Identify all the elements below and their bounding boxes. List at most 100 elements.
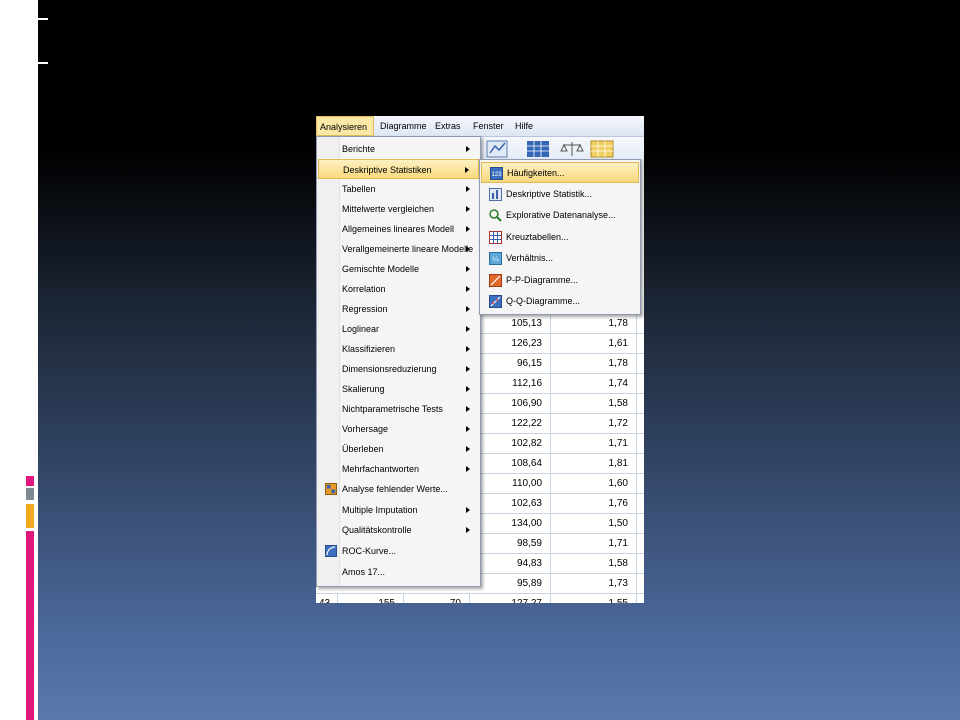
- table-toolbar-icon[interactable]: [526, 140, 550, 158]
- menu-item-skalierung[interactable]: Skalierung: [318, 379, 479, 399]
- table-cell[interactable]: 43: [316, 594, 338, 603]
- grid-toolbar-icon[interactable]: [590, 140, 614, 158]
- menu-item-label: Überleben: [342, 444, 384, 454]
- menu-item-label: Mittelwerte vergleichen: [342, 204, 435, 214]
- table-cell[interactable]: 102,63: [470, 494, 551, 513]
- table-cell[interactable]: 108,64: [470, 454, 551, 473]
- table-cell[interactable]: 1,60: [551, 474, 637, 493]
- menu-item-ueberleben[interactable]: Überleben: [318, 439, 479, 459]
- menu-item-label: Allgemeines lineares Modell: [342, 224, 455, 234]
- table-cell[interactable]: 1,76: [551, 494, 637, 513]
- submenu-arrow-icon: [466, 206, 470, 212]
- table-cell[interactable]: 96,15: [470, 354, 551, 373]
- submenu-arrow-icon: [466, 406, 470, 412]
- table-cell[interactable]: 98,59: [470, 534, 551, 553]
- submenu-arrow-icon: [466, 446, 470, 452]
- qq-plot-icon: [489, 295, 502, 308]
- menu-item-gemischte-modelle[interactable]: Gemischte Modelle: [318, 259, 479, 279]
- table-cell[interactable]: 155: [338, 594, 404, 603]
- descriptives-icon: [489, 187, 502, 201]
- menu-item-mittelwerte-vergleichen[interactable]: Mittelwerte vergleichen: [318, 199, 479, 219]
- analysieren-dropdown: Berichte Deskriptive Statistiken Tabellen M…: [316, 136, 481, 587]
- submenu-item-explorative-datenanalyse[interactable]: Explorative Datenanalyse...: [481, 205, 639, 226]
- decorative-color-bars: [26, 476, 34, 720]
- menu-item-label: Gemischte Modelle: [342, 264, 420, 274]
- table-cell[interactable]: 122,22: [470, 414, 551, 433]
- table-cell[interactable]: 127,27: [470, 594, 551, 603]
- menu-item-label: Korrelation: [342, 284, 386, 294]
- menu-item-verallgemeinerte-lineare-modelle[interactable]: Verallgemeinerte lineare Modelle: [318, 239, 479, 259]
- submenu-item-label: P-P-Diagramme...: [506, 274, 579, 285]
- menu-item-vorhersage[interactable]: Vorhersage: [318, 419, 479, 439]
- menu-item-mehrfachantworten[interactable]: Mehrfachantworten: [318, 459, 479, 479]
- submenu-item-label: Explorative Datenanalyse...: [506, 210, 616, 220]
- menu-item-dimensionsreduzierung[interactable]: Dimensionsreduzierung: [318, 359, 479, 379]
- table-cell[interactable]: 1,71: [551, 534, 637, 553]
- menu-item-regression[interactable]: Regression: [318, 299, 479, 319]
- table-cell[interactable]: 1,78: [551, 314, 637, 333]
- menu-item-label: Amos 17...: [342, 567, 386, 577]
- table-cell[interactable]: 1,58: [551, 394, 637, 413]
- menu-item-label: Klassifizieren: [342, 344, 396, 354]
- menu-item-loglinear[interactable]: Loglinear: [318, 319, 479, 339]
- submenu-item-q-q-diagramme[interactable]: Q-Q-Diagramme...: [481, 291, 639, 312]
- submenu-item-label: Häufigkeiten...: [507, 168, 565, 178]
- menu-item-amos-17[interactable]: Amos 17...: [318, 562, 479, 582]
- table-cell[interactable]: 1,72: [551, 414, 637, 433]
- table-cell[interactable]: 70: [404, 594, 470, 603]
- submenu-item-label: Q-Q-Diagramme...: [506, 296, 581, 306]
- menu-analysieren[interactable]: Analysieren: [316, 116, 374, 136]
- menu-item-korrelation[interactable]: Korrelation: [318, 279, 479, 299]
- table-cell[interactable]: 102,82: [470, 434, 551, 453]
- menu-item-nichtparametrische-tests[interactable]: Nichtparametrische Tests: [318, 399, 479, 419]
- frequencies-icon: 123: [490, 167, 503, 180]
- menu-item-roc-kurve[interactable]: ROC-Kurve...: [318, 541, 479, 561]
- weight-scale-icon[interactable]: [560, 140, 584, 158]
- submenu-arrow-icon: [466, 266, 470, 272]
- submenu-item-verhaeltnis[interactable]: ¼ Verhältnis...: [481, 248, 639, 269]
- submenu-item-haeufigkeiten[interactable]: 123 Häufigkeiten...: [481, 162, 639, 183]
- submenu-item-p-p-diagramme[interactable]: P-P-Diagramme...: [481, 270, 639, 291]
- menubar: Analysieren Diagramme Extras Fenster Hil…: [316, 116, 644, 137]
- table-cell[interactable]: 95,89: [470, 574, 551, 593]
- submenu-item-label: Deskriptive Statistik...: [506, 188, 593, 199]
- menu-item-tabellen[interactable]: Tabellen: [318, 179, 479, 199]
- table-cell[interactable]: 1,55: [551, 594, 637, 603]
- table-cell[interactable]: 110,00: [470, 474, 551, 493]
- table-cell[interactable]: 1,71: [551, 434, 637, 453]
- submenu-arrow-icon: [466, 346, 470, 352]
- menu-fenster[interactable]: Fenster: [470, 116, 507, 136]
- menu-item-label: Mehrfachantworten: [342, 464, 420, 474]
- table-row: 4315570127,271,55: [316, 594, 644, 603]
- submenu-arrow-icon: [466, 527, 470, 533]
- submenu-item-deskriptive-statistik[interactable]: Deskriptive Statistik...: [481, 184, 639, 205]
- menu-item-multiple-imputation[interactable]: Multiple Imputation: [318, 500, 479, 520]
- menu-item-deskriptive-statistiken[interactable]: Deskriptive Statistiken: [318, 159, 479, 179]
- menu-item-klassifizieren[interactable]: Klassifizieren: [318, 339, 479, 359]
- menu-extras[interactable]: Extras: [432, 116, 464, 136]
- chart-toolbar-icon[interactable]: [486, 140, 510, 158]
- menu-item-label: Skalierung: [342, 384, 385, 394]
- table-cell[interactable]: 1,61: [551, 334, 637, 353]
- menu-item-analyse-fehlender-werte[interactable]: Analyse fehlender Werte...: [318, 479, 479, 499]
- menu-hilfe[interactable]: Hilfe: [512, 116, 536, 136]
- menu-item-allgemeines-lineares-modell[interactable]: Allgemeines lineares Modell: [318, 219, 479, 239]
- table-cell[interactable]: 106,90: [470, 394, 551, 413]
- table-cell[interactable]: 94,83: [470, 554, 551, 573]
- table-cell[interactable]: 1,81: [551, 454, 637, 473]
- menu-item-berichte[interactable]: Berichte: [318, 139, 479, 159]
- menu-diagramme[interactable]: Diagramme: [377, 116, 430, 136]
- roc-curve-icon: [325, 545, 337, 557]
- table-cell[interactable]: 105,13: [470, 314, 551, 333]
- table-cell[interactable]: 1,50: [551, 514, 637, 533]
- table-cell[interactable]: 126,23: [470, 334, 551, 353]
- table-cell[interactable]: 134,00: [470, 514, 551, 533]
- table-cell[interactable]: 112,16: [470, 374, 551, 393]
- menu-item-qualitaetskontrolle[interactable]: Qualitätskontrolle: [318, 520, 479, 540]
- table-cell[interactable]: 1,73: [551, 574, 637, 593]
- table-cell[interactable]: 1,78: [551, 354, 637, 373]
- table-cell[interactable]: 1,58: [551, 554, 637, 573]
- submenu-item-kreuztabellen[interactable]: Kreuztabellen...: [481, 227, 639, 248]
- submenu-arrow-icon: [466, 507, 470, 513]
- table-cell[interactable]: 1,74: [551, 374, 637, 393]
